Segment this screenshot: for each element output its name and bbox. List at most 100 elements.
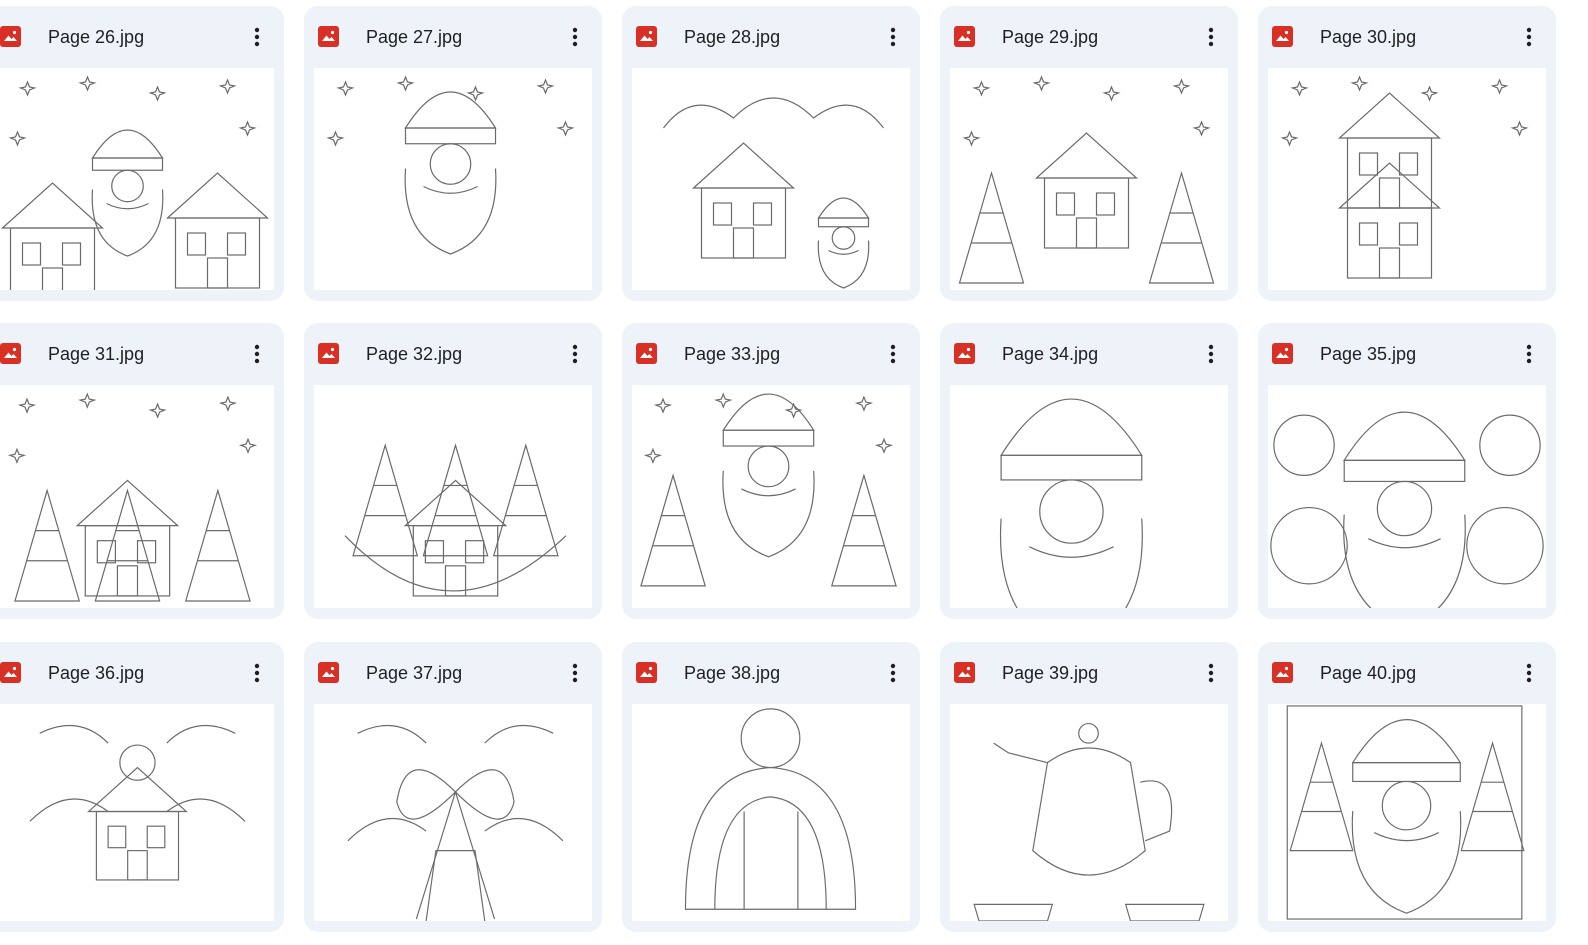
more-vert-icon (1208, 344, 1214, 364)
image-file-icon (636, 343, 657, 364)
image-file-icon (318, 343, 339, 364)
file-card[interactable]: Page 26.jpg (0, 6, 284, 301)
file-card[interactable]: Page 35.jpg (1258, 323, 1556, 619)
coloring-page-illustration (347, 725, 564, 921)
file-card-header: Page 39.jpg (940, 642, 1238, 704)
more-actions-button[interactable] (1520, 24, 1538, 50)
file-thumbnail[interactable] (632, 385, 910, 608)
file-card[interactable]: Page 38.jpg (622, 642, 920, 932)
file-name: Page 28.jpg (684, 27, 781, 47)
more-actions-button[interactable] (1202, 341, 1220, 367)
file-card-header: Page 30.jpg (1258, 6, 1556, 68)
more-actions-button[interactable] (1520, 660, 1538, 686)
more-actions-button[interactable] (566, 24, 584, 50)
image-file-icon (954, 662, 975, 683)
more-vert-icon (254, 344, 260, 364)
file-thumbnail[interactable] (1268, 704, 1546, 921)
file-thumbnail[interactable] (632, 704, 910, 921)
coloring-page-illustration (344, 443, 567, 597)
more-vert-icon (572, 663, 578, 683)
more-actions-button[interactable] (566, 341, 584, 367)
more-actions-button[interactable] (248, 341, 266, 367)
image-file-icon (954, 26, 975, 47)
file-thumbnail[interactable] (950, 68, 1228, 290)
file-card-header: Page 28.jpg (622, 6, 920, 68)
coloring-page-illustration (29, 725, 246, 881)
file-name: Page 29.jpg (1002, 27, 1099, 47)
file-card[interactable]: Page 37.jpg (304, 642, 602, 932)
image-file-icon (0, 343, 21, 364)
coloring-page-illustration (663, 97, 884, 289)
file-card[interactable]: Page 29.jpg (940, 6, 1238, 301)
file-name: Page 31.jpg (48, 344, 145, 364)
coloring-page-illustration (1280, 75, 1529, 279)
coloring-page-illustration (958, 75, 1215, 284)
coloring-page-illustration (1286, 705, 1525, 920)
more-vert-icon (254, 663, 260, 683)
file-card-header: Page 29.jpg (940, 6, 1238, 68)
file-name: Page 39.jpg (1002, 663, 1099, 683)
file-thumbnail[interactable] (1268, 385, 1546, 608)
file-card[interactable]: Page 27.jpg (304, 6, 602, 301)
file-thumbnail[interactable] (0, 385, 274, 608)
image-file-icon (318, 26, 339, 47)
more-actions-button[interactable] (1202, 24, 1220, 50)
more-vert-icon (1208, 27, 1214, 47)
file-card[interactable]: Page 32.jpg (304, 323, 602, 619)
file-name: Page 27.jpg (366, 27, 463, 47)
file-thumbnail[interactable] (1268, 68, 1546, 290)
file-card-header: Page 27.jpg (304, 6, 602, 68)
file-card-header: Page 37.jpg (304, 642, 602, 704)
file-card-header: Page 26.jpg (0, 6, 284, 68)
more-actions-button[interactable] (248, 660, 266, 686)
file-thumbnail[interactable] (950, 704, 1228, 921)
file-thumbnail[interactable] (950, 385, 1228, 608)
file-name: Page 32.jpg (366, 344, 463, 364)
more-actions-button[interactable] (884, 341, 902, 367)
file-thumbnail[interactable] (314, 68, 592, 290)
file-name: Page 37.jpg (366, 663, 463, 683)
file-card[interactable]: Page 39.jpg (940, 642, 1238, 932)
file-card[interactable]: Page 30.jpg (1258, 6, 1556, 301)
image-file-icon (1272, 343, 1293, 364)
more-actions-button[interactable] (1202, 660, 1220, 686)
file-name: Page 40.jpg (1320, 663, 1417, 683)
image-file-icon (954, 343, 975, 364)
file-card-header: Page 35.jpg (1258, 323, 1556, 385)
more-actions-button[interactable] (1520, 341, 1538, 367)
file-card[interactable]: Page 31.jpg (0, 323, 284, 619)
file-card[interactable]: Page 33.jpg (622, 323, 920, 619)
coloring-page-illustration (684, 708, 857, 910)
coloring-page-illustration (640, 392, 897, 587)
file-name: Page 38.jpg (684, 663, 781, 683)
more-actions-button[interactable] (566, 660, 584, 686)
file-card-header: Page 33.jpg (622, 323, 920, 385)
file-card[interactable]: Page 36.jpg (0, 642, 284, 932)
file-name: Page 30.jpg (1320, 27, 1417, 47)
file-thumbnail[interactable] (0, 704, 274, 921)
image-file-icon (636, 662, 657, 683)
file-name: Page 36.jpg (48, 663, 145, 683)
file-card-header: Page 38.jpg (622, 642, 920, 704)
file-thumbnail[interactable] (314, 704, 592, 921)
file-card[interactable]: Page 28.jpg (622, 6, 920, 301)
coloring-page-illustration (7, 392, 258, 602)
coloring-page-illustration (326, 75, 575, 255)
more-actions-button[interactable] (248, 24, 266, 50)
file-card-header: Page 40.jpg (1258, 642, 1556, 704)
file-card[interactable]: Page 40.jpg (1258, 642, 1556, 932)
more-actions-button[interactable] (884, 660, 902, 686)
more-vert-icon (890, 27, 896, 47)
more-vert-icon (890, 663, 896, 683)
image-file-icon (1272, 26, 1293, 47)
file-grid: Page 26.jpg Page 27.jpg Page 28.jpg Page… (0, 0, 1588, 945)
coloring-page-illustration (999, 398, 1143, 608)
file-thumbnail[interactable] (314, 385, 592, 608)
file-card[interactable]: Page 34.jpg (940, 323, 1238, 619)
file-name: Page 26.jpg (48, 27, 145, 47)
more-actions-button[interactable] (884, 24, 902, 50)
image-file-icon (636, 26, 657, 47)
file-thumbnail[interactable] (0, 68, 274, 290)
file-thumbnail[interactable] (632, 68, 910, 290)
coloring-page-illustration (973, 722, 1205, 921)
